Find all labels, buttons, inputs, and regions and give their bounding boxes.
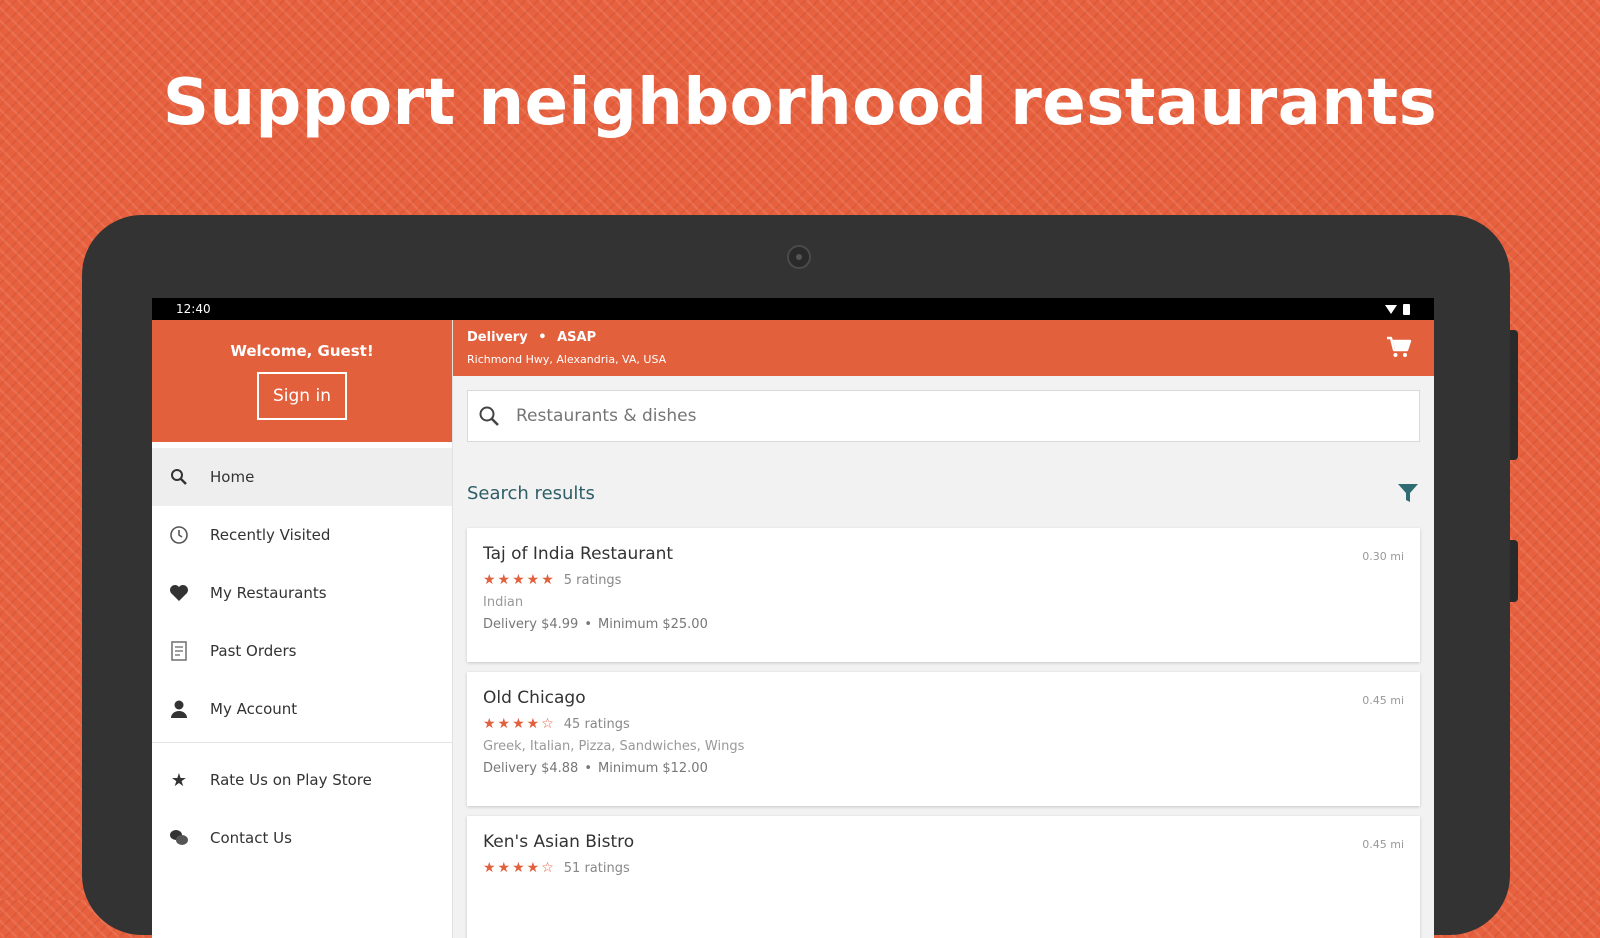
search-icon bbox=[479, 406, 499, 426]
restaurant-distance: 0.45 mi bbox=[1362, 694, 1404, 707]
heart-icon bbox=[168, 582, 190, 604]
delivery-address[interactable]: Richmond Hwy, Alexandria, VA, USA bbox=[467, 353, 666, 366]
nav-item-recently-visited[interactable]: Recently Visited bbox=[152, 506, 452, 564]
status-bar: 12:40 bbox=[152, 298, 1434, 320]
restaurant-fees: Delivery $4.99 • Minimum $25.00 bbox=[483, 617, 1404, 632]
delivery-fee: Delivery $4.99 bbox=[483, 617, 579, 632]
nav-item-contact-us[interactable]: Contact Us bbox=[152, 809, 452, 867]
nav-item-label: Rate Us on Play Store bbox=[210, 771, 372, 789]
nav-item-label: Past Orders bbox=[210, 642, 297, 660]
star-icon: ★ bbox=[170, 769, 188, 791]
order-mode: Delivery bbox=[467, 330, 528, 345]
search-bar[interactable] bbox=[467, 390, 1420, 442]
delivery-fee: Delivery $4.88 bbox=[483, 761, 579, 776]
nav-item-label: Home bbox=[210, 468, 255, 486]
restaurant-rating: ★★★★★ 5 ratings bbox=[483, 572, 1404, 588]
restaurant-name: Old Chicago bbox=[483, 688, 586, 708]
results-header: Search results bbox=[467, 478, 1420, 508]
search-input[interactable] bbox=[514, 405, 1279, 427]
order-mode-selector[interactable]: Delivery • ASAP bbox=[467, 330, 596, 345]
device-screen: 12:40 Welcome, Guest! Sign in Home Recen… bbox=[152, 298, 1434, 938]
sign-in-button[interactable]: Sign in bbox=[257, 372, 347, 420]
restaurant-cuisine: Indian bbox=[483, 595, 524, 610]
nav-item-label: My Account bbox=[210, 700, 298, 718]
ratings-count: 5 ratings bbox=[563, 572, 622, 588]
separator-dot: • bbox=[538, 330, 547, 345]
star-rating-icon: ★★★★★ bbox=[483, 572, 556, 588]
camera-icon bbox=[787, 245, 811, 269]
nav-item-my-account[interactable]: My Account bbox=[152, 680, 452, 738]
wifi-icon bbox=[1385, 304, 1397, 314]
nav-item-past-orders[interactable]: Past Orders bbox=[152, 622, 452, 680]
navigation-drawer: Welcome, Guest! Sign in Home Recently Vi… bbox=[152, 320, 453, 938]
volume-button bbox=[1510, 330, 1518, 460]
separator-dot: • bbox=[584, 617, 592, 632]
filter-icon[interactable] bbox=[1396, 481, 1420, 505]
restaurant-name: Ken's Asian Bistro bbox=[483, 832, 635, 852]
clock-icon bbox=[168, 524, 190, 546]
restaurant-name: Taj of India Restaurant bbox=[483, 544, 674, 564]
star-rating-icon: ★★★★☆ bbox=[483, 716, 556, 732]
power-button bbox=[1510, 540, 1518, 602]
nav-item-label: Contact Us bbox=[210, 829, 292, 847]
receipt-icon bbox=[168, 640, 190, 662]
nav-item-my-restaurants[interactable]: My Restaurants bbox=[152, 564, 452, 622]
promo-headline: Support neighborhood restaurants bbox=[162, 66, 1438, 140]
search-icon bbox=[168, 466, 190, 488]
restaurant-cuisine: Greek, Italian, Pizza, Sandwiches, Wings bbox=[483, 739, 745, 754]
nav-item-label: Recently Visited bbox=[210, 526, 331, 544]
star-rating-icon: ★★★★☆ bbox=[483, 860, 556, 876]
minimum-order: Minimum $25.00 bbox=[597, 617, 708, 632]
tablet-frame: 12:40 Welcome, Guest! Sign in Home Recen… bbox=[82, 215, 1518, 938]
ratings-count: 51 ratings bbox=[563, 860, 630, 876]
chat-icon bbox=[168, 827, 190, 849]
results-title: Search results bbox=[467, 482, 595, 504]
restaurant-card[interactable]: Taj of India Restaurant 0.30 mi ★★★★★ 5 … bbox=[467, 528, 1420, 662]
nav-item-home[interactable]: Home bbox=[152, 448, 452, 506]
drawer-header: Welcome, Guest! Sign in bbox=[152, 320, 452, 442]
minimum-order: Minimum $12.00 bbox=[597, 761, 708, 776]
restaurant-distance: 0.45 mi bbox=[1362, 838, 1404, 851]
restaurant-fees: Delivery $4.88 • Minimum $12.00 bbox=[483, 761, 1404, 776]
nav-item-rate-us[interactable]: ★ Rate Us on Play Store bbox=[152, 751, 452, 809]
welcome-text: Welcome, Guest! bbox=[230, 342, 374, 360]
ratings-count: 45 ratings bbox=[563, 716, 630, 732]
separator-dot: • bbox=[584, 761, 592, 776]
cart-icon[interactable] bbox=[1386, 336, 1412, 358]
restaurant-card[interactable]: Ken's Asian Bistro 0.45 mi ★★★★☆ 51 rati… bbox=[467, 816, 1420, 938]
restaurant-card[interactable]: Old Chicago 0.45 mi ★★★★☆ 45 ratings Gre… bbox=[467, 672, 1420, 806]
status-time: 12:40 bbox=[176, 302, 211, 316]
battery-icon bbox=[1403, 303, 1410, 315]
restaurant-rating: ★★★★☆ 45 ratings bbox=[483, 716, 1404, 732]
restaurant-rating: ★★★★☆ 51 ratings bbox=[483, 860, 1404, 876]
nav-item-label: My Restaurants bbox=[210, 584, 327, 602]
restaurant-list: Taj of India Restaurant 0.30 mi ★★★★★ 5 … bbox=[467, 528, 1420, 938]
app-bar: Delivery • ASAP Richmond Hwy, Alexandria… bbox=[453, 320, 1434, 376]
person-icon bbox=[168, 698, 190, 720]
drawer-divider bbox=[152, 742, 452, 743]
main-content: Delivery • ASAP Richmond Hwy, Alexandria… bbox=[453, 320, 1434, 938]
order-timing: ASAP bbox=[557, 330, 597, 345]
restaurant-distance: 0.30 mi bbox=[1362, 550, 1404, 563]
